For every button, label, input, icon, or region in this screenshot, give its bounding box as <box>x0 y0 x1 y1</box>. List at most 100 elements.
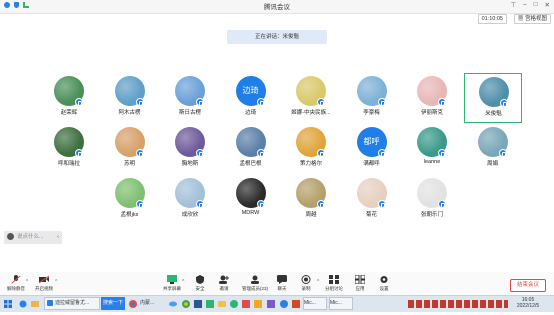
app-icon[interactable] <box>266 297 276 310</box>
folder-icon[interactable] <box>217 297 227 310</box>
tray-icons[interactable] <box>408 300 508 308</box>
record-options-chevron-icon[interactable]: ^ <box>317 279 319 285</box>
participant-tile[interactable]: 米俊魁 <box>463 73 522 123</box>
microphone-icon <box>377 149 386 157</box>
participant-tile[interactable]: 伊丽斯克 <box>403 73 461 123</box>
taskbar-item-mic-2[interactable]: Mic... <box>329 297 353 310</box>
avatar-text: 都呼 <box>363 137 380 146</box>
view-mode-label: 宫格视图 <box>524 16 547 22</box>
participant-tile[interactable]: 胸地斯 <box>161 124 219 174</box>
taskbar-item-label: 内蒙... <box>140 300 155 306</box>
taskview-icon[interactable] <box>18 297 28 310</box>
chrome-icon[interactable] <box>128 297 138 310</box>
participant-tile[interactable]: 周越 <box>282 175 340 225</box>
cloud-icon[interactable] <box>168 297 178 310</box>
participant-tile[interactable]: MDRW <box>222 175 280 225</box>
chat-input[interactable]: 说点什么... ‹ <box>4 231 62 244</box>
participant-name: 孟根jks <box>120 212 139 218</box>
microphone-icon <box>196 98 204 106</box>
maximize-icon[interactable]: □ <box>534 1 538 9</box>
participant-name: 边琦 <box>244 110 256 116</box>
breakout-rooms-icon <box>329 275 339 284</box>
shield-icon <box>195 275 205 284</box>
participant-tile[interactable]: 张朝乐门 <box>403 175 461 225</box>
start-button[interactable] <box>0 297 16 310</box>
participant-name: 菊花 <box>365 212 377 218</box>
taskbar-item-inner-mongolia[interactable]: 内蒙... <box>140 297 166 310</box>
participant-tile[interactable]: 边琦 边琦 <box>222 73 280 123</box>
manage-members-button[interactable]: 管理成员(23) <box>238 275 272 292</box>
tencent-meeting-icon[interactable] <box>279 297 289 310</box>
participant-tile[interactable]: 苏明 <box>101 124 159 174</box>
participant-tile[interactable]: 阿木古楞 <box>101 73 159 123</box>
participant-tile[interactable]: 菊花 <box>343 175 401 225</box>
participant-name: 苏明 <box>123 161 135 167</box>
powerpoint-icon[interactable] <box>291 297 301 310</box>
participant-tile[interactable]: 姬娜-中央民族... <box>282 73 340 123</box>
participant-name: 周越 <box>305 212 317 218</box>
app-icon[interactable] <box>205 297 215 310</box>
breakout-label: 分组讨论 <box>325 286 343 291</box>
close-icon[interactable]: ✕ <box>545 1 550 9</box>
view-mode-button[interactable]: ▦ 宫格视图 <box>513 14 551 24</box>
participant-name: 满都呼 <box>363 161 380 167</box>
mute-label: 解除静音 <box>7 286 25 291</box>
participant-tile[interactable]: 周娟 <box>464 124 522 174</box>
participant-tile[interactable]: 呼和瑞拉 <box>40 124 98 174</box>
microphone-icon <box>438 98 446 106</box>
video-button[interactable]: 开启视频 <box>30 275 58 292</box>
chrome-icon[interactable] <box>181 297 191 310</box>
participant-name: MDRW <box>241 210 260 216</box>
share-screen-icon <box>167 275 177 284</box>
invite-button[interactable]: 邀请 <box>210 275 238 292</box>
participant-tile[interactable]: 成欣欣 <box>161 175 219 225</box>
settings-button[interactable]: 设置 <box>370 275 398 292</box>
mute-options-chevron-icon[interactable]: ^ <box>26 279 28 285</box>
windows-logo-icon <box>4 300 12 308</box>
record-icon <box>301 275 311 284</box>
taskbar-item-mic-1[interactable]: Mic... <box>303 297 327 310</box>
collapse-chat-icon[interactable]: ‹ <box>57 231 59 244</box>
security-label: 安全 <box>195 286 205 291</box>
taskbar-search-button[interactable]: 搜索一下 <box>101 297 125 310</box>
apps-grid-icon <box>354 274 366 285</box>
participant-tile[interactable]: 孟根jks <box>101 175 159 225</box>
end-meeting-button[interactable]: 结束会议 <box>510 279 546 292</box>
microphone-icon <box>75 98 83 106</box>
wps-icon[interactable] <box>241 297 251 310</box>
video-label: 开启视频 <box>35 286 53 291</box>
manage-members-label: 管理成员(23) <box>241 286 268 291</box>
microphone-icon <box>438 149 446 157</box>
share-options-chevron-icon[interactable]: ^ <box>182 279 184 285</box>
participant-name: 张朝乐门 <box>420 212 443 218</box>
window-title: 腾讯会议 <box>264 4 290 11</box>
minimize-icon[interactable]: – <box>523 1 527 9</box>
microphone-icon <box>438 200 446 208</box>
participant-name: 胸地斯 <box>181 161 199 167</box>
word-icon[interactable] <box>193 297 203 310</box>
participant-tile[interactable]: 赵荣辉 <box>40 73 98 123</box>
video-options-chevron-icon[interactable]: ^ <box>55 279 57 285</box>
window-controls: ⊤ – □ ✕ <box>510 1 550 9</box>
speaking-banner: 正在讲话：米俊魁 <box>227 30 327 44</box>
participant-name: 孟根巴根 <box>239 161 262 167</box>
explorer-icon[interactable] <box>30 297 40 310</box>
participant-tile[interactable]: leanne <box>403 124 461 174</box>
breakout-button[interactable]: 分组讨论 <box>320 275 348 292</box>
pin-icon[interactable]: ⊤ <box>510 1 516 9</box>
record-button[interactable]: 录制 <box>292 275 320 292</box>
participant-tile[interactable]: 斯日古楞 <box>161 73 219 123</box>
participant-name: 赵荣辉 <box>60 110 78 116</box>
microphone-icon <box>317 149 325 157</box>
participant-tile[interactable]: 李豪梅 <box>343 73 401 123</box>
participant-tile[interactable]: 孟根巴根 <box>222 124 280 174</box>
participant-name: 阿木古楞 <box>118 110 141 116</box>
participant-tile[interactable]: 都呼 满都呼 <box>343 124 401 174</box>
top-toolbar: 01:10:05 ▦ 宫格视图 <box>0 13 554 25</box>
participant-tile[interactable]: 策力格尔 <box>282 124 340 174</box>
microphone-icon <box>135 98 144 106</box>
wechat-icon[interactable] <box>229 297 239 310</box>
taskbar-browser-tab[interactable]: 迪拉威留鲁尤... <box>44 297 100 310</box>
clock[interactable]: 16:05 2022/12/5 <box>510 297 546 309</box>
notes-icon[interactable] <box>253 297 263 310</box>
